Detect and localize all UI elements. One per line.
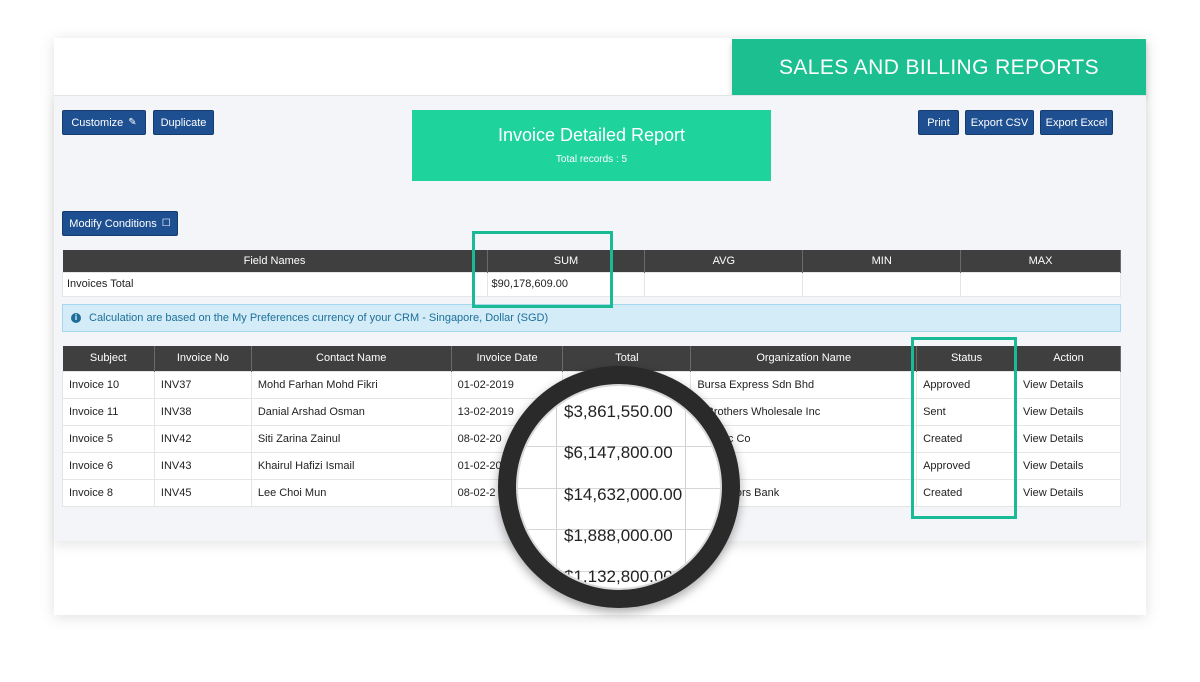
cell-invoice-no: INV43 (153, 451, 252, 480)
summary-header: Field Names (62, 250, 488, 272)
view-details-link[interactable]: View Details (1016, 397, 1121, 426)
summary-field: Invoices Total (62, 271, 488, 297)
summary-avg (644, 271, 804, 297)
summary-header: MIN (802, 250, 962, 272)
ribbon-title: SALES AND BILLING REPORTS (732, 39, 1146, 97)
magnifier-lens: $3,861,550.00 $6,147,800.00 $14,632,000.… (516, 384, 722, 590)
column-header[interactable]: Invoice No (154, 346, 252, 371)
view-details-link[interactable]: View Details (1016, 370, 1121, 399)
summary-min (802, 271, 962, 297)
summary-header: MAX (960, 250, 1121, 272)
column-header[interactable]: Invoice Date (451, 346, 564, 371)
cell-subject[interactable]: Invoice 8 (62, 478, 155, 507)
view-details-link[interactable]: View Details (1016, 478, 1121, 507)
cell-invoice-no: INV45 (153, 478, 252, 507)
report-title: Invoice Detailed Report (497, 125, 686, 145)
cell-contact[interactable]: Danial Arshad Osman (250, 397, 452, 426)
export-csv-button[interactable]: Export CSV (965, 110, 1034, 135)
sum-highlight (472, 231, 613, 308)
cell-org[interactable]: d Brothers Wholesale Inc (690, 397, 918, 426)
summary-max (960, 271, 1121, 297)
status-highlight (911, 337, 1017, 519)
report-total-records: Total records : 5 (555, 154, 628, 165)
cell-subject[interactable]: Invoice 6 (62, 451, 155, 480)
export-excel-button[interactable]: Export Excel (1040, 110, 1113, 135)
info-text: Calculation are based on the My Preferen… (89, 312, 549, 324)
column-header[interactable]: Organization Name (690, 346, 918, 371)
cell-subject[interactable]: Invoice 10 (62, 370, 155, 399)
cell-contact[interactable]: Lee Choi Mun (250, 478, 452, 507)
customize-label: Customize (71, 116, 124, 129)
modify-conditions-label: Modify Conditions (69, 217, 157, 230)
pencil-icon: ✎ (128, 117, 137, 128)
cell-invoice-no: INV38 (153, 397, 252, 426)
magnified-total: $14,632,000.00 (564, 485, 683, 504)
cell-org[interactable]: Bursa Express Sdn Bhd (690, 370, 918, 399)
print-button[interactable]: Print (918, 110, 959, 135)
cell-contact[interactable]: Khairul Hafizi Ismail (250, 451, 452, 480)
cell-subject[interactable]: Invoice 11 (62, 397, 155, 426)
summary-header: AVG (644, 250, 804, 272)
magnified-total: $1,132,800.00 (564, 567, 673, 586)
info-icon: i (71, 313, 81, 323)
info-alert: i Calculation are based on the My Prefer… (62, 304, 1121, 332)
column-header[interactable]: Action (1016, 346, 1121, 371)
view-details-link[interactable]: View Details (1016, 451, 1121, 480)
customize-button[interactable]: Customize ✎ (62, 110, 146, 135)
square-icon: ☐ (161, 218, 171, 229)
modify-conditions-button[interactable]: Modify Conditions ☐ (62, 211, 178, 236)
cell-contact[interactable]: Siti Zarina Zainul (250, 424, 452, 453)
report-banner: Invoice Detailed Report Total records : … (412, 110, 771, 181)
column-header[interactable]: Subject (62, 346, 155, 371)
duplicate-button[interactable]: Duplicate (153, 110, 214, 135)
magnifier: $3,861,550.00 $6,147,800.00 $14,632,000.… (498, 366, 740, 608)
cell-invoice-no: INV42 (153, 424, 252, 453)
cell-invoice-no: INV37 (153, 370, 252, 399)
magnified-total: $3,861,550.00 (564, 402, 673, 421)
magnified-total: $6,147,800.00 (564, 443, 673, 462)
column-header[interactable]: Contact Name (251, 346, 452, 371)
cell-contact[interactable]: Mohd Farhan Mohd Fikri (250, 370, 452, 399)
cell-subject[interactable]: Invoice 5 (62, 424, 155, 453)
magnified-total: $1,888,000.00 (564, 526, 673, 545)
view-details-link[interactable]: View Details (1016, 424, 1121, 453)
